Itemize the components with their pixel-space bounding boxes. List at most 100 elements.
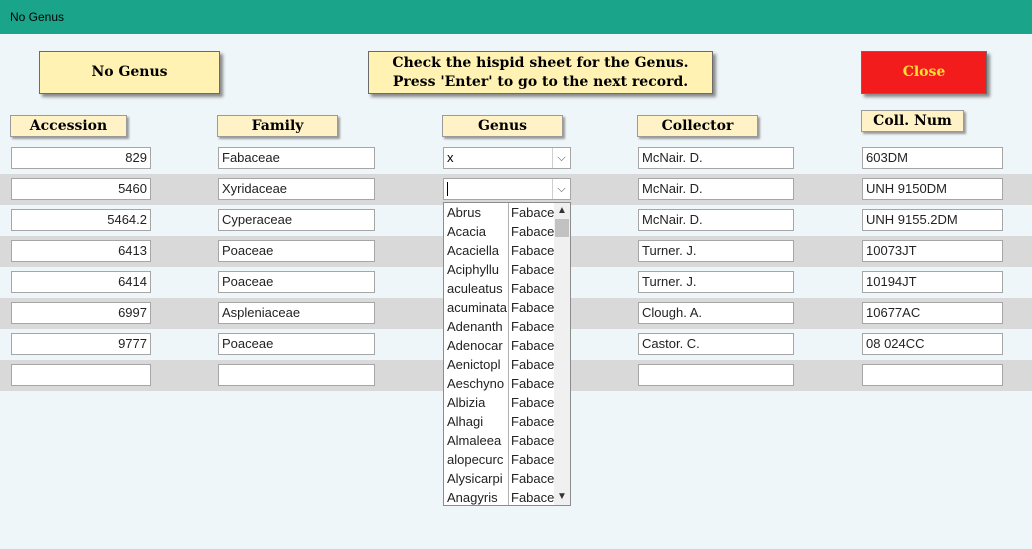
dropdown-option[interactable]: Aenictopl Fabace [444,355,554,374]
option-genus: Anagyris [447,490,498,505]
option-genus: acuminata [447,300,507,315]
dropdown-option[interactable]: acuminata Fabace [444,298,554,317]
option-genus: alopecurc [447,452,504,467]
accession-field[interactable]: 6413 [11,240,151,262]
option-family: Fabace [511,376,554,391]
option-family: Fabace [511,281,554,296]
instruction-button[interactable]: Check the hispid sheet for the Genus. Pr… [368,51,713,94]
option-genus: Abrus [447,205,481,220]
dropdown-option[interactable]: aculeatus Fabace [444,279,554,298]
accession-field[interactable]: 5464.2 [11,209,151,231]
family-field[interactable]: Poaceae [218,333,375,355]
family-field[interactable]: Poaceae [218,271,375,293]
close-button[interactable]: Close [861,51,987,94]
option-genus: Alhagi [447,414,484,429]
collector-field[interactable]: Clough. A. [638,302,794,324]
window-title: No Genus [10,10,65,24]
accession-field[interactable]: 6997 [11,302,151,324]
collector-field[interactable]: Turner. J. [638,240,794,262]
option-genus: Aeschyno [447,376,505,391]
family-field[interactable] [218,364,375,386]
option-family: Fabace [511,224,554,239]
accession-field[interactable] [11,364,151,386]
instruction-line-1: Check the hispid sheet for the Genus. [392,55,689,71]
option-genus: Alysicarpi [447,471,503,486]
family-field[interactable]: Xyridaceae [218,178,375,200]
collector-field[interactable] [638,364,794,386]
genus-value: x [447,150,454,165]
option-genus: Aciphyllu [447,262,500,277]
genus-dropdown-list[interactable]: Abrus Fabace Acacia Fabace Acaciella Fabace Ac… [443,202,571,506]
dropdown-option[interactable]: Almaleea Fabace [444,431,554,450]
title-bar: No Genus [0,0,1032,34]
option-genus: Aenictopl [447,357,501,372]
family-field[interactable]: Cyperaceae [218,209,375,231]
dropdown-option[interactable]: Acaciella Fabace [444,241,554,260]
dropdown-option[interactable]: Albizia Fabace [444,393,554,412]
option-family: Fabace [511,414,554,429]
collector-field[interactable]: McNair. D. [638,147,794,169]
accession-field[interactable]: 5460 [11,178,151,200]
dropdown-option[interactable]: Anagyris Fabace [444,488,554,505]
option-family: Fabace [511,243,554,258]
scrollbar-thumb[interactable] [555,219,569,237]
dropdown-option[interactable]: Aciphyllu Fabace [444,260,554,279]
header-family: Family [217,115,338,137]
coll-num-field[interactable]: 08 024CC [862,333,1003,355]
option-family: Fabace [511,205,554,220]
dropdown-option[interactable]: Adenanth Fabace [444,317,554,336]
coll-num-field[interactable]: 10194JT [862,271,1003,293]
genus-combo[interactable]: ⌵ [443,178,571,200]
dropdown-option[interactable]: Adenocar Fabace [444,336,554,355]
option-genus: aculeatus [447,281,503,296]
collector-field[interactable]: McNair. D. [638,209,794,231]
family-field[interactable]: Aspleniaceae [218,302,375,324]
option-genus: Almaleea [447,433,502,448]
option-family: Fabace [511,262,554,277]
coll-num-field[interactable] [862,364,1003,386]
option-family: Fabace [511,433,554,448]
collector-field[interactable]: McNair. D. [638,178,794,200]
no-genus-button[interactable]: No Genus [39,51,220,94]
option-family: Fabace [511,319,554,334]
dropdown-option[interactable]: Acacia Fabace [444,222,554,241]
header-accession: Accession [10,115,127,137]
coll-num-field[interactable]: UNH 9155.2DM [862,209,1003,231]
option-family: Fabace [511,338,554,353]
dropdown-option[interactable]: Alysicarpi Fabace [444,469,554,488]
accession-field[interactable]: 6414 [11,271,151,293]
genus-combo[interactable]: x ⌵ [443,147,571,169]
family-field[interactable]: Poaceae [218,240,375,262]
chevron-down-icon[interactable]: ⌵ [552,179,570,199]
accession-field[interactable]: 829 [11,147,151,169]
header-collector: Collector [637,115,758,137]
chevron-up-icon[interactable]: ▲ [554,203,570,219]
option-family: Fabace [511,395,554,410]
instruction-line-2: Press 'Enter' to go to the next record. [392,74,689,90]
option-genus: Albizia [447,395,486,410]
header-genus: Genus [442,115,563,137]
dropdown-option[interactable]: alopecurc Fabace [444,450,554,469]
dropdown-option[interactable]: Abrus Fabace [444,203,554,222]
dropdown-scrollbar[interactable]: ▲ ▼ [554,203,570,505]
option-genus: Acacia [447,224,487,239]
option-family: Fabace [511,300,554,315]
accession-field[interactable]: 9777 [11,333,151,355]
dropdown-option[interactable]: Aeschyno Fabace [444,374,554,393]
option-genus: Adenanth [447,319,503,334]
dropdown-option[interactable]: Alhagi Fabace [444,412,554,431]
chevron-down-icon[interactable]: ▼ [554,489,570,505]
coll-num-field[interactable]: 603DM [862,147,1003,169]
collector-field[interactable]: Turner. J. [638,271,794,293]
header-coll-num: Coll. Num [861,110,964,132]
family-field[interactable]: Fabaceae [218,147,375,169]
text-cursor [447,182,448,196]
coll-num-field[interactable]: 10073JT [862,240,1003,262]
coll-num-field[interactable]: 10677AC [862,302,1003,324]
option-genus: Adenocar [447,338,503,353]
option-family: Fabace [511,357,554,372]
option-genus: Acaciella [447,243,500,258]
coll-num-field[interactable]: UNH 9150DM [862,178,1003,200]
collector-field[interactable]: Castor. C. [638,333,794,355]
chevron-down-icon[interactable]: ⌵ [552,148,570,168]
